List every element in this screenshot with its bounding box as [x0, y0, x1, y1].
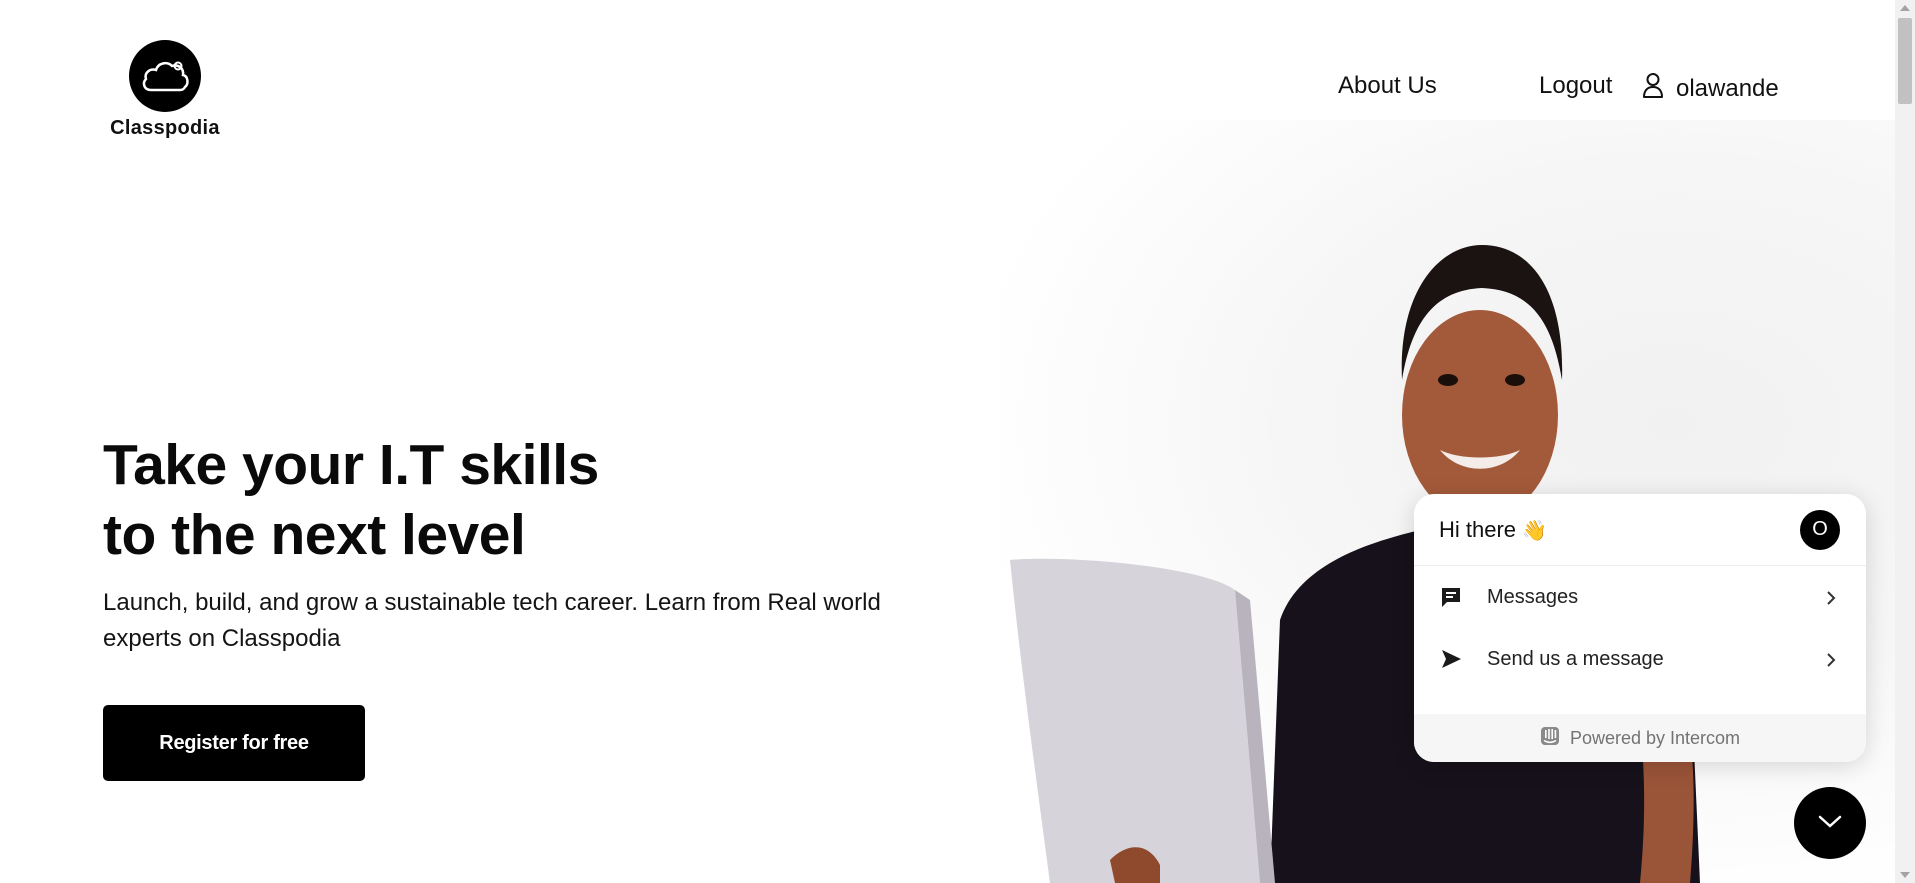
- chat-header: Hi there 👋 O: [1414, 494, 1866, 566]
- chevron-right-icon: [1823, 651, 1839, 667]
- logo-text: Classpodia: [110, 117, 220, 139]
- wave-emoji-icon: 👋: [1522, 519, 1547, 542]
- chat-greeting: Hi there 👋: [1439, 517, 1547, 543]
- register-button[interactable]: Register for free: [103, 705, 365, 781]
- nav-logout[interactable]: Logout: [1539, 72, 1612, 100]
- username: olawande: [1676, 74, 1779, 102]
- chat-greeting-text: Hi there: [1439, 516, 1517, 542]
- chat-item-messages[interactable]: Messages: [1414, 566, 1866, 628]
- chat-item-send-message[interactable]: Send us a message: [1414, 628, 1866, 690]
- landing-page: Classpodia About Us Logout olawande Take…: [0, 0, 1915, 883]
- user-menu[interactable]: olawande: [1642, 72, 1779, 105]
- user-icon: [1642, 72, 1664, 105]
- chevron-right-icon: [1823, 589, 1839, 605]
- hero-subtitle: Launch, build, and grow a sustainable te…: [103, 589, 881, 652]
- chat-avatar: O: [1800, 509, 1840, 550]
- chat-widget: Hi there 👋 O Messages Send us a message …: [1414, 494, 1866, 762]
- scroll-up-arrow-icon[interactable]: [1900, 5, 1910, 11]
- chat-footer[interactable]: Powered by Intercom: [1414, 714, 1866, 762]
- send-icon: [1439, 647, 1463, 671]
- chat-item-label: Send us a message: [1487, 647, 1664, 670]
- chat-item-label: Messages: [1487, 585, 1579, 608]
- logo[interactable]: Classpodia: [110, 40, 220, 140]
- scrollbar[interactable]: [1895, 0, 1915, 883]
- message-icon: [1439, 585, 1463, 609]
- scroll-thumb[interactable]: [1898, 18, 1912, 104]
- scroll-down-arrow-icon[interactable]: [1900, 872, 1910, 878]
- nav-about-us[interactable]: About Us: [1338, 72, 1437, 100]
- hero-title: Take your I.T skills to the next level: [103, 430, 599, 570]
- cloud-logo-icon: [129, 40, 201, 112]
- hero-title-line-1: Take your I.T skills: [103, 433, 599, 497]
- hero-title-line-2: to the next level: [103, 503, 526, 567]
- intercom-icon: [1540, 726, 1560, 751]
- chat-footer-text: Powered by Intercom: [1569, 727, 1741, 748]
- chat-toggle-button[interactable]: [1794, 787, 1866, 859]
- chevron-down-icon: [1817, 814, 1843, 833]
